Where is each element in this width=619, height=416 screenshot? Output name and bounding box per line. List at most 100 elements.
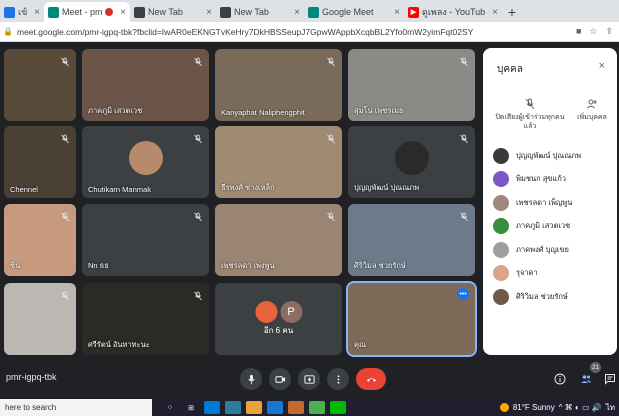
tab-favicon-icon xyxy=(308,6,319,18)
avatar xyxy=(493,265,509,282)
mic-off-icon xyxy=(326,54,336,67)
participant-tile[interactable]: ธีรพงศ์ ช่างเหล็ก xyxy=(215,126,342,198)
participant-tile[interactable]: ชิน xyxy=(4,204,76,276)
tab-close-icon[interactable]: × xyxy=(120,7,126,18)
store-icon[interactable] xyxy=(204,401,220,414)
task-view-icon[interactable]: ○ xyxy=(162,401,178,414)
list-item[interactable]: พิมชนก สุขแก้ว xyxy=(493,168,613,192)
mic-off-icon xyxy=(60,54,70,67)
video-grid: ภาคภูมิ เสวตเวช Kanyaphat Naliphengphit สุ… xyxy=(0,43,482,359)
people-list: ปุญญพัฒน์ ปุณณภพพิมชนก สุขแก้ว เพชรลดา เพ… xyxy=(493,144,613,309)
browser-tab[interactable]: Google Meet × xyxy=(304,2,404,22)
language-indicator[interactable]: ไท xyxy=(606,401,615,414)
mic-icon xyxy=(247,374,255,384)
participant-name: ศิริวิมล ช่วยรักษ์ xyxy=(354,261,406,270)
participant-tile[interactable] xyxy=(4,49,76,121)
app-icon[interactable] xyxy=(288,401,304,414)
tile-options-button[interactable]: ••• xyxy=(457,288,469,300)
chat-icon[interactable] xyxy=(603,372,617,386)
participant-tile[interactable]: Chennel xyxy=(4,126,76,198)
participant-name: ศรีรัตน์ อันทาทะนะ xyxy=(88,340,150,349)
files-icon[interactable] xyxy=(246,401,262,414)
tab-close-icon[interactable]: × xyxy=(492,7,498,18)
system-tray-icons[interactable]: ^ ⌘ ◐ ▭ 🔊 xyxy=(559,403,602,412)
url-text[interactable]: meet.google.com/pmr-igpq-tbk?fbclid=IwAR… xyxy=(17,27,576,37)
tab-label: Meet - pmr-igpq xyxy=(62,7,103,17)
participant-tile[interactable]: ภาคภูมิ เสวตเวช xyxy=(82,49,209,121)
line-icon[interactable] xyxy=(330,401,346,414)
list-item[interactable]: ศิริวิมล ช่วยรักษ์ xyxy=(493,285,613,309)
mute-all-button[interactable]: ปิดเสียงผู้เข้าร่วมทุกคนแล้ว xyxy=(495,98,565,131)
widgets-icon[interactable]: ⊞ xyxy=(183,401,199,414)
avatar: P xyxy=(280,300,302,323)
participant-tile[interactable]: Nn ธธ xyxy=(82,204,209,276)
lock-icon[interactable]: 🔒 xyxy=(2,26,14,38)
mic-off-icon xyxy=(60,209,70,222)
tab-favicon-icon xyxy=(134,6,145,18)
browser-tab[interactable]: ▶ ดูเพลง - YouTube × xyxy=(404,2,502,22)
sun-icon xyxy=(499,403,509,412)
mic-off-icon xyxy=(60,288,70,301)
person-name: ปุญญพัฒน์ ปุณณภพ xyxy=(516,150,582,160)
info-icon[interactable] xyxy=(553,372,567,386)
list-item[interactable]: ภาคพงศ์ บุญเขย xyxy=(493,238,613,262)
participant-count-badge: 21 xyxy=(590,362,601,373)
leave-call-button[interactable] xyxy=(356,368,386,390)
more-participants-label: อีก 6 คน xyxy=(263,326,294,335)
avatar xyxy=(493,194,509,211)
browser-tab-strip: เข้าสู่ระบบ×Meet - pmr-igpq×New Tab×New … xyxy=(0,0,619,22)
camera-button[interactable] xyxy=(269,368,291,390)
participant-tile[interactable]: ศิริวิมล ช่วยรักษ์ xyxy=(348,204,475,276)
share-icon[interactable]: ⇪ xyxy=(605,26,613,37)
people-icon[interactable] xyxy=(579,372,593,386)
add-people-button[interactable]: เพิ่มบุคคล xyxy=(575,98,609,122)
participant-tile[interactable]: สุมโน เพชรเมธ xyxy=(348,49,475,121)
mic-off-icon xyxy=(326,209,336,222)
browser-tab[interactable]: Meet - pmr-igpq × xyxy=(44,2,130,22)
recording-icon xyxy=(105,8,114,16)
list-item[interactable]: ภาคภูมิ เสวตเวช xyxy=(493,215,613,239)
edge-icon[interactable] xyxy=(267,401,283,414)
chrome-icon[interactable] xyxy=(309,401,325,414)
weather-text: 81°F Sunny xyxy=(512,403,555,412)
participant-tile[interactable]: ศรีรัตน์ อันทาทะนะ xyxy=(82,283,209,355)
tab-label: ดูเพลง - YouTube xyxy=(422,7,486,17)
person-name: รุจาดา xyxy=(516,268,538,278)
tab-close-icon[interactable]: × xyxy=(394,7,400,18)
participant-name: Chennel xyxy=(10,185,38,194)
mic-off-icon xyxy=(193,54,203,67)
mic-off-icon xyxy=(60,131,70,144)
list-item[interactable]: รุจาดา xyxy=(493,262,613,286)
tab-close-icon[interactable]: × xyxy=(34,7,40,18)
browser-tab[interactable]: เข้าสู่ระบบ × xyxy=(0,2,44,22)
mic-off-icon xyxy=(459,209,469,222)
avatar xyxy=(493,241,509,258)
taskbar-search[interactable]: here to search xyxy=(0,399,152,416)
participant-tile[interactable]: เพชรลดา เพ่งพูน xyxy=(215,204,342,276)
list-item[interactable]: ปุญญพัฒน์ ปุณณภพ xyxy=(493,144,613,168)
list-item[interactable]: เพชรลดา เพ็ญพูน xyxy=(493,191,613,215)
tab-close-icon[interactable]: × xyxy=(206,7,212,18)
add-people-label: เพิ่มบุคคล xyxy=(577,114,607,121)
participant-tile[interactable] xyxy=(4,283,76,355)
weather-widget[interactable]: 81°F Sunny ^ ⌘ ◐ ▭ 🔊 ไท xyxy=(499,401,615,414)
participant-tile[interactable]: P อีก 6 คน xyxy=(215,283,342,355)
browser-tab[interactable]: New Tab × xyxy=(216,2,304,22)
add-person-icon xyxy=(587,99,597,109)
camera-icon[interactable]: ■ xyxy=(576,26,581,37)
tab-close-icon[interactable]: × xyxy=(294,7,300,18)
present-button[interactable] xyxy=(298,368,320,390)
participant-tile[interactable]: คุณ ••• xyxy=(346,281,477,357)
mail-icon[interactable] xyxy=(225,401,241,414)
participant-tile[interactable]: ปุญญพัฒน์ ปุณณภพ xyxy=(348,126,475,198)
people-panel: บุคคล × ปิดเสียงผู้เข้าร่วมทุกคนแล้ว เพิ… xyxy=(483,48,617,355)
new-tab-button[interactable]: + xyxy=(502,2,522,22)
browser-tab[interactable]: New Tab × xyxy=(130,2,216,22)
participant-tile[interactable]: Chutikarn Manmak xyxy=(82,126,209,198)
more-options-button[interactable] xyxy=(327,368,349,390)
meeting-controls-bar: pmr-igpq-tbk 21 xyxy=(0,359,619,399)
participant-tile[interactable]: Kanyaphat Naliphengphit xyxy=(215,49,342,121)
bookmark-icon[interactable]: ☆ xyxy=(589,26,597,37)
close-icon[interactable]: × xyxy=(599,60,605,72)
microphone-button[interactable] xyxy=(240,368,262,390)
